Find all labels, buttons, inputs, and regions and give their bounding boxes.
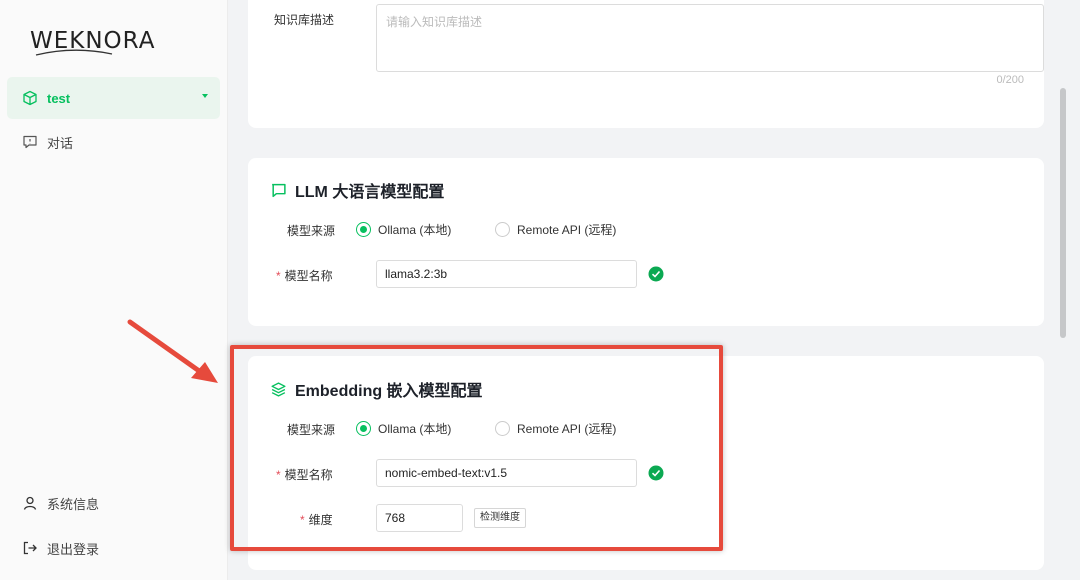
llm-radio-remote[interactable]: Remote API (远程) — [495, 221, 616, 238]
sidebar: WEKNORA test 对话 系统信息 退出登录 — [0, 0, 228, 580]
llm-source-label: 模型来源 — [287, 224, 336, 238]
llm-radio-ollama[interactable]: Ollama (本地) — [356, 221, 451, 238]
sidebar-item-label: 对话 — [47, 135, 74, 151]
llm-title-text: LLM 大语言模型配置 — [295, 184, 445, 201]
desc-textarea[interactable]: 请输入知识库描述 — [376, 4, 1044, 72]
scroll-thumb[interactable] — [1060, 88, 1066, 338]
kb-info-card: 知识库描述 请输入知识库描述 0/200 — [248, 0, 1044, 128]
sidebar-item-logout[interactable]: 退出登录 — [7, 527, 220, 569]
llm-section-title: LLM 大语言模型配置 — [270, 178, 444, 202]
scrollbar[interactable] — [1056, 0, 1068, 580]
sidebar-item-chat[interactable]: 对话 — [7, 121, 220, 163]
desc-label: 知识库描述 — [274, 13, 335, 27]
user-icon — [21, 494, 39, 512]
annotation-highlight-box — [230, 345, 723, 551]
message-icon — [270, 182, 287, 199]
radio-label: Ollama (本地) — [378, 223, 452, 237]
llm-name-label: * 模型名称 — [276, 267, 333, 284]
label-text: 模型名称 — [284, 269, 333, 283]
logout-icon — [21, 539, 39, 557]
chevron-down-icon — [202, 94, 208, 98]
required-mark: * — [276, 269, 281, 283]
desc-placeholder: 请输入知识库描述 — [386, 15, 483, 29]
char-counter: 0/200 — [996, 74, 1024, 86]
sidebar-item-label: 系统信息 — [47, 496, 100, 512]
sidebar-item-label: 退出登录 — [47, 541, 100, 557]
chat-icon — [21, 133, 39, 151]
logo-swoosh — [35, 49, 113, 56]
cube-icon — [21, 89, 39, 107]
sidebar-item-test[interactable]: test — [7, 77, 220, 119]
check-circle-icon — [648, 266, 664, 282]
llm-model-input[interactable]: llama3.2:3b — [376, 260, 637, 288]
radio-label: Remote API (远程) — [517, 223, 617, 237]
radio-dot — [356, 222, 371, 237]
llm-config-card: LLM 大语言模型配置 模型来源 Ollama (本地) Remote API … — [248, 158, 1044, 326]
sidebar-item-system-info[interactable]: 系统信息 — [7, 482, 220, 524]
annotation-arrow-icon — [127, 319, 218, 383]
sidebar-item-label: test — [47, 90, 71, 106]
radio-dot — [495, 222, 510, 237]
